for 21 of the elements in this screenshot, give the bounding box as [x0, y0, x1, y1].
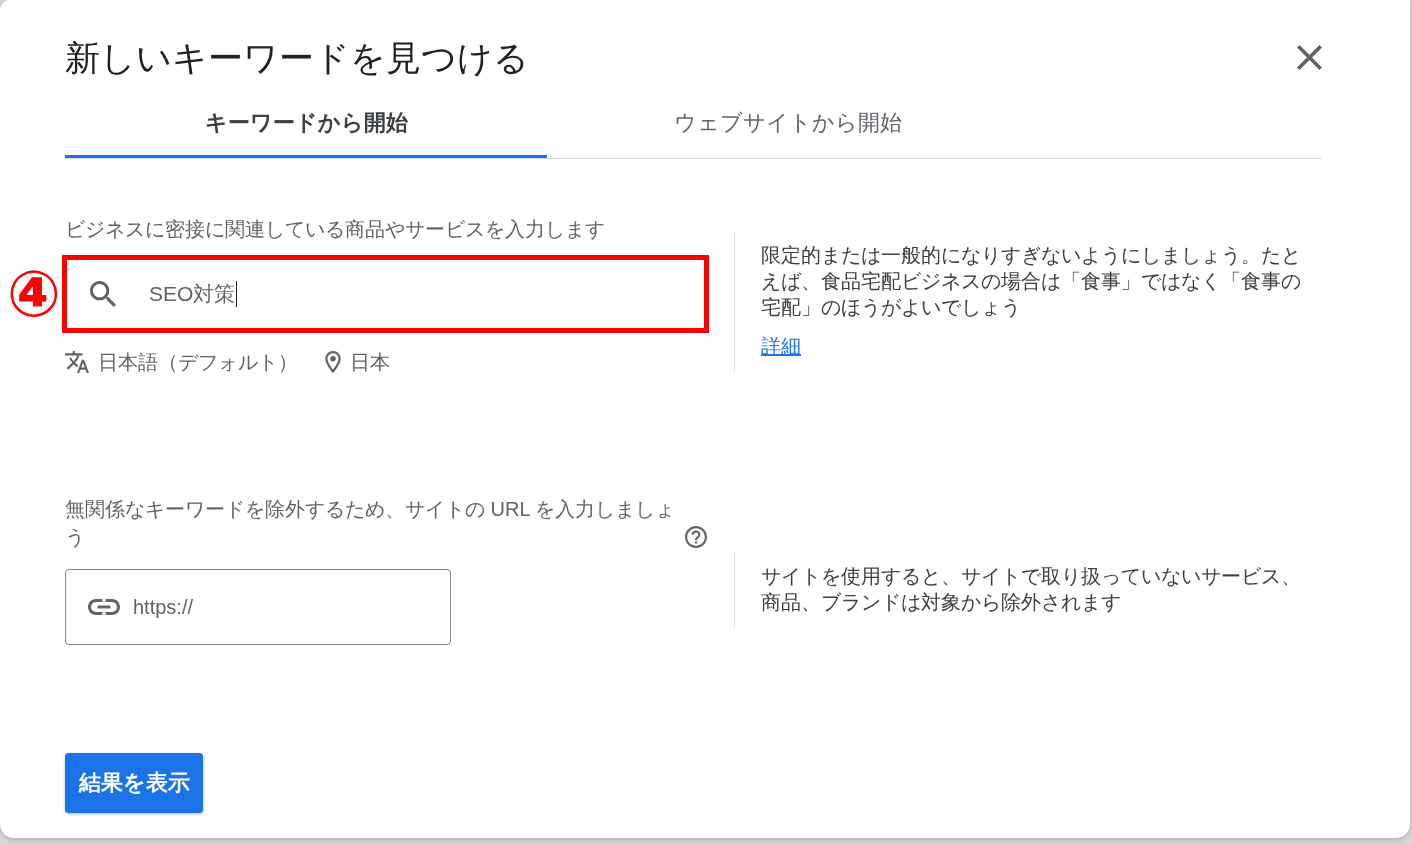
step-number-annotation: ④: [6, 262, 61, 326]
tab[interactable]: キーワードから開始: [65, 98, 547, 158]
translate-icon: [65, 351, 89, 373]
url-input-field[interactable]: https://: [65, 569, 451, 645]
search-icon: [90, 281, 116, 307]
field-label: 無関係なキーワードを除外するため、サイトの URL を入力しましょう: [65, 497, 677, 550]
close-button[interactable]: [1297, 45, 1322, 70]
field-label: ビジネスに密接に関連している商品やサービスを入力します: [65, 217, 605, 241]
tab[interactable]: ウェブサイトから開始: [547, 98, 1029, 158]
show-results-button[interactable]: 結果を表示: [65, 753, 203, 813]
dialog-title: 新しいキーワードを見つける: [65, 38, 529, 78]
language-setting[interactable]: 日本語（デフォルト）: [98, 350, 298, 374]
close-icon: [1297, 45, 1322, 70]
keyword-search-field[interactable]: SEO対策: [62, 255, 709, 333]
help-icon[interactable]: [685, 526, 707, 548]
hint-text: サイトを使用すると、サイトで取り扱っていないサービス、商品、ブランドは対象から除外されます: [761, 564, 1302, 615]
location-pin-icon: [325, 351, 341, 373]
hint-text: 限定的または一般的になりすぎないようにしましょう。たとえば、食品宅配ビジネスの場合は「食事」ではなく「食事の宅配」のほうがよいでしょう: [761, 243, 1302, 320]
details-link[interactable]: 詳細: [761, 333, 801, 359]
location-setting[interactable]: 日本: [350, 350, 390, 374]
link-icon: [88, 599, 120, 615]
